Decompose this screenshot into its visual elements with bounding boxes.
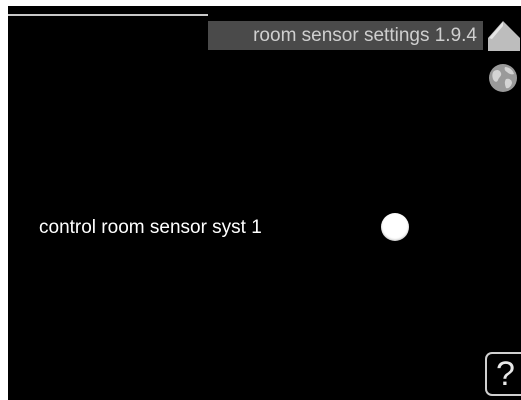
header-divider <box>8 14 208 16</box>
help-icon: ? <box>496 355 515 393</box>
display-area: room sensor settings 1.9.4 control room … <box>8 6 521 400</box>
globe-icon[interactable] <box>488 63 518 93</box>
title-bar: room sensor settings 1.9.4 <box>208 21 483 50</box>
room-sensor-control-row[interactable]: control room sensor syst 1 <box>8 206 521 250</box>
home-icon[interactable] <box>487 18 521 52</box>
device-screen: room sensor settings 1.9.4 control room … <box>0 0 521 400</box>
setting-label: control room sensor syst 1 <box>39 217 262 238</box>
help-button[interactable]: ? <box>485 352 521 396</box>
control-radio-button[interactable] <box>381 213 409 241</box>
page-title: room sensor settings 1.9.4 <box>253 25 477 46</box>
